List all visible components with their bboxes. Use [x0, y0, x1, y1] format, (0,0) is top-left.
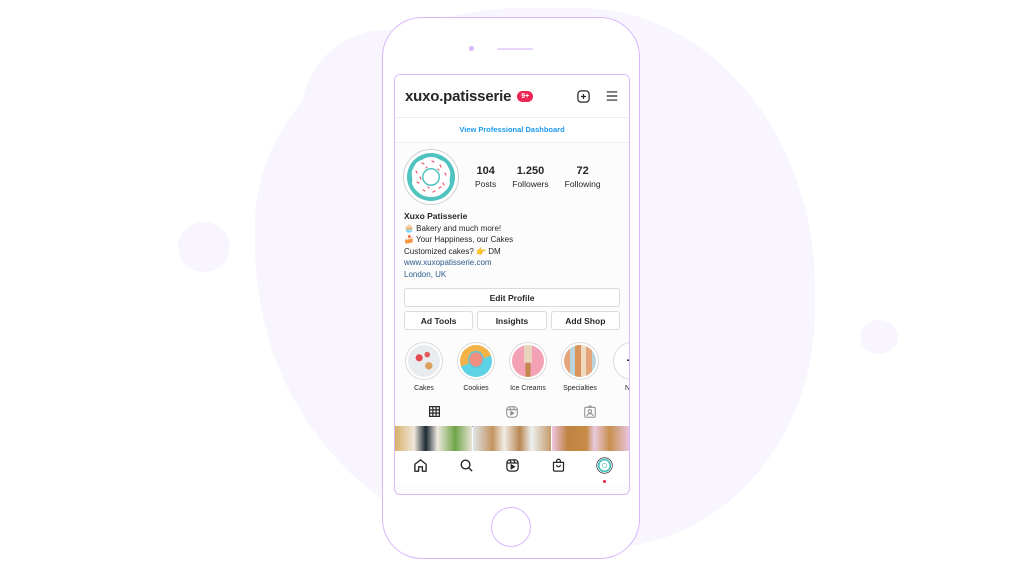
insights-button[interactable]: Insights [477, 311, 547, 330]
profile-content-tabs [395, 402, 629, 427]
bio-location[interactable]: London, UK [404, 269, 620, 281]
highlight-label: Ice Creams [510, 385, 546, 392]
edit-profile-button[interactable]: Edit Profile [404, 288, 620, 307]
phone-camera [469, 46, 474, 51]
bio-line: 🧁 Bakery and much more! [404, 223, 502, 233]
bio-line: 🍰 Your Happiness, our Cakes [404, 235, 514, 244]
phone-speaker [497, 48, 533, 50]
highlight-thumbnail [408, 345, 440, 377]
highlight-label: Specialties [563, 385, 597, 392]
highlight-thumbnail [564, 345, 596, 377]
profile-top-bar: xuxo.patisserie 9+ [395, 75, 629, 118]
phone-home-button[interactable] [491, 507, 531, 547]
new-highlight-button[interactable]: + New [611, 342, 630, 392]
tab-tagged[interactable] [551, 402, 629, 426]
background-dot [178, 222, 230, 272]
post-thumbnail[interactable] [551, 426, 629, 451]
posts-grid [395, 426, 629, 451]
profile-avatar-icon [595, 457, 613, 479]
shopping-bag-icon [551, 458, 566, 478]
highlight-label: Cakes [414, 385, 434, 392]
profile-actions: Edit Profile Ad Tools Insights Add Shop [395, 280, 629, 330]
nav-home[interactable] [405, 453, 435, 483]
story-highlights: Cakes Cookies Ice Creams Specialties + N… [395, 330, 629, 392]
highlight-ice-creams[interactable]: Ice Creams [507, 342, 549, 392]
search-icon [459, 458, 474, 478]
stat-label: Followers [512, 179, 549, 189]
reels-icon [505, 405, 519, 424]
stat-label: Posts [475, 179, 497, 189]
ad-tools-button[interactable]: Ad Tools [404, 311, 474, 330]
background-dot [860, 320, 898, 354]
highlight-label: New [624, 385, 630, 392]
bio-display-name: Xuxo Patisserie [404, 211, 468, 221]
highlight-thumbnail [512, 345, 544, 377]
tab-reels[interactable] [473, 402, 551, 426]
post-thumbnail[interactable] [473, 426, 551, 451]
bottom-navigation [395, 451, 629, 485]
nav-search[interactable] [451, 453, 481, 483]
highlight-cookies[interactable]: Cookies [455, 342, 497, 392]
plus-square-icon[interactable] [576, 89, 591, 104]
view-professional-dashboard-link[interactable]: View Professional Dashboard [395, 118, 629, 143]
add-shop-button[interactable]: Add Shop [550, 311, 620, 330]
stat-followers[interactable]: 1.250 Followers [512, 165, 548, 189]
profile-username[interactable]: xuxo.patisserie [405, 88, 511, 105]
bio-website-link[interactable]: www.xuxopatisserie.com [404, 257, 620, 269]
profile-header: 104 Posts 1.250 Followers 72 Following [395, 143, 629, 205]
stat-value: 104 [476, 165, 495, 177]
notification-badge[interactable]: 9+ [517, 90, 534, 102]
profile-bio: Xuxo Patisserie 🧁 Bakery and much more! … [395, 205, 629, 280]
notification-dot [602, 480, 606, 483]
plus-icon: + [626, 350, 629, 373]
stat-label: Following [564, 179, 601, 189]
stat-following[interactable]: 72 Following [565, 165, 601, 189]
post-thumbnail[interactable] [395, 426, 473, 451]
donut-avatar-icon[interactable] [403, 149, 459, 205]
tagged-user-icon [583, 405, 597, 424]
stat-value: 1.250 [516, 165, 545, 177]
highlight-thumbnail [460, 345, 492, 377]
stat-value: 72 [576, 165, 589, 177]
highlight-cakes[interactable]: Cakes [403, 342, 445, 392]
stat-posts[interactable]: 104 Posts [475, 165, 496, 189]
nav-shop[interactable] [543, 453, 573, 483]
reels-icon [505, 458, 520, 478]
nav-reels[interactable] [497, 453, 527, 483]
highlight-label: Cookies [463, 385, 489, 392]
nav-profile[interactable] [589, 453, 619, 483]
profile-stats: 104 Posts 1.250 Followers 72 Following [475, 165, 601, 189]
home-icon [413, 458, 428, 478]
phone-screen: xuxo.patisserie 9+ View Professional Das… [394, 74, 630, 495]
bio-line: Customized cakes? 👉 DM [404, 246, 501, 256]
grid-icon [428, 405, 441, 423]
hamburger-menu-icon[interactable] [605, 89, 619, 103]
tab-posts-grid[interactable] [395, 402, 473, 427]
highlight-specialties[interactable]: Specialties [559, 342, 601, 392]
